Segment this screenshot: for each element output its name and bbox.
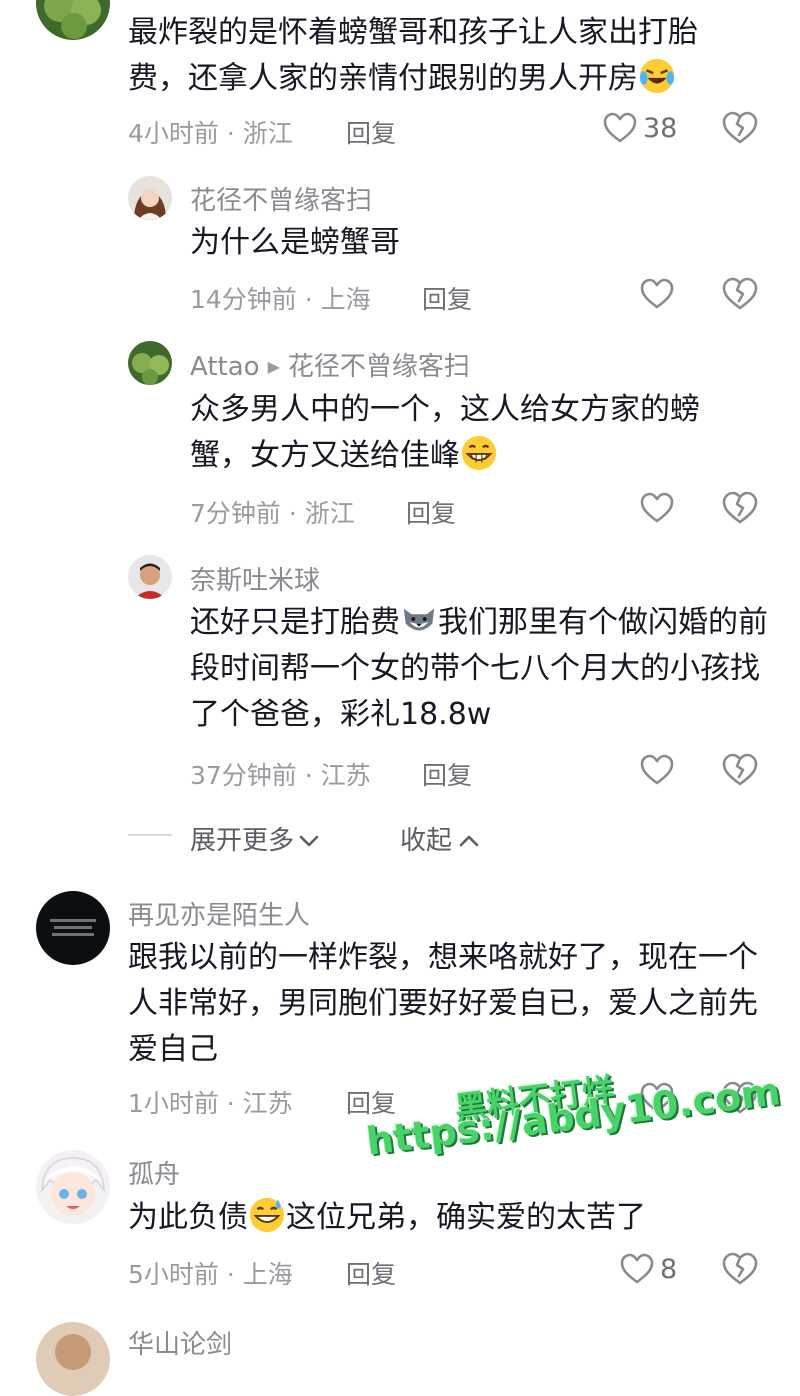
reply-button[interactable]: 回复 — [346, 1255, 396, 1291]
broken-heart-icon — [722, 1252, 758, 1285]
comment-text: 为什么是螃蟹哥 — [190, 225, 400, 260]
avatar[interactable] — [36, 1322, 110, 1396]
like-count: 8 — [660, 1253, 678, 1285]
divider — [128, 834, 172, 836]
dislike-button[interactable] — [722, 753, 758, 791]
commenter-name[interactable]: Attao ▶ 花径不曾缘客扫 — [190, 346, 470, 383]
like-button[interactable]: 38 — [603, 112, 677, 144]
reply-button[interactable]: 回复 — [422, 756, 472, 792]
comment-meta: 14分钟前 · 上海 — [190, 285, 371, 314]
reply-button[interactable]: 回复 — [422, 280, 472, 316]
comment-text: 为此负债 这位兄弟，确实爱的太苦了 — [128, 1195, 768, 1241]
broken-heart-icon — [722, 491, 758, 524]
broken-heart-icon — [722, 753, 758, 786]
like-button[interactable] — [640, 278, 674, 310]
reply-button[interactable]: 回复 — [346, 114, 396, 150]
heart-icon — [603, 112, 637, 143]
reply-arrow-icon: ▶ — [267, 357, 280, 376]
comment-text: 众多男人中的一个，这人给女方家的螃蟹，女方又送给佳峰 — [190, 392, 700, 473]
avatar[interactable] — [128, 341, 172, 385]
commenter-name[interactable]: 华山论剑 — [128, 1324, 232, 1361]
like-button[interactable] — [640, 492, 674, 524]
comment-meta: 7分钟前 · 浙江 — [190, 499, 355, 528]
avatar-image — [36, 1322, 110, 1396]
heart-icon — [640, 278, 674, 309]
crying-laughing-emoji-icon — [639, 58, 675, 94]
heart-icon — [640, 754, 674, 785]
commenter-name[interactable]: 奈斯吐米球 — [190, 560, 320, 597]
dislike-button[interactable] — [722, 277, 758, 315]
like-button[interactable] — [640, 754, 674, 786]
grinning-emoji-icon — [461, 435, 497, 471]
chevron-up-icon — [459, 835, 479, 847]
sweat-smile-emoji-icon — [249, 1197, 285, 1233]
comment-text: 跟我以前的一样炸裂，想来咯就好了，现在一个人非常好，男同胞们要好好爱自已，爱人之… — [128, 940, 758, 1067]
like-count: 38 — [643, 112, 678, 144]
avatar-image — [36, 891, 110, 965]
comment-meta: 5小时前 · 上海 — [128, 1260, 293, 1289]
avatar-image — [128, 341, 172, 385]
reply-button[interactable]: 回复 — [406, 494, 456, 530]
avatar[interactable] — [128, 176, 172, 220]
avatar[interactable] — [36, 891, 110, 965]
reply-to-name: 花径不曾缘客扫 — [287, 352, 470, 382]
reply-button[interactable]: 回复 — [346, 1084, 396, 1120]
comment-text: 最炸裂的是怀着螃蟹哥和孩子让人家出打胎费，还拿人家的亲情付跟别的男人开房 — [128, 15, 698, 96]
commenter-name[interactable]: 孤舟 — [128, 1154, 180, 1191]
dislike-button[interactable] — [722, 491, 758, 529]
husky-dog-emoji-icon — [403, 608, 435, 631]
avatar-image — [128, 176, 172, 220]
comment-meta: 1小时前 · 江苏 — [128, 1089, 293, 1118]
avatar-image — [128, 555, 172, 599]
commenter-name[interactable]: 再见亦是陌生人 — [128, 895, 310, 932]
dislike-button[interactable] — [722, 1252, 758, 1290]
chevron-down-icon — [299, 835, 319, 847]
avatar[interactable] — [36, 1150, 110, 1224]
avatar[interactable] — [36, 0, 110, 40]
dislike-button[interactable] — [722, 111, 758, 149]
avatar-image — [36, 1150, 110, 1224]
comment-meta: 37分钟前 · 江苏 — [190, 761, 371, 790]
comment-text: 还好只是打胎费 我们那里有个做闪婚的前段时间帮一个女的带个七八个月大的小孩找了个爸… — [190, 600, 770, 738]
collapse-button[interactable]: 收起 — [400, 820, 480, 857]
avatar-image — [36, 0, 110, 40]
comment-meta: 4小时前 · 浙江 — [128, 119, 293, 148]
expand-more-button[interactable]: 展开更多 — [190, 820, 320, 857]
commenter-name[interactable]: 花径不曾缘客扫 — [190, 180, 372, 217]
heart-icon — [620, 1253, 654, 1284]
like-button[interactable]: 8 — [620, 1253, 677, 1285]
avatar[interactable] — [128, 555, 172, 599]
heart-icon — [640, 492, 674, 523]
broken-heart-icon — [722, 277, 758, 310]
broken-heart-icon — [722, 111, 758, 144]
